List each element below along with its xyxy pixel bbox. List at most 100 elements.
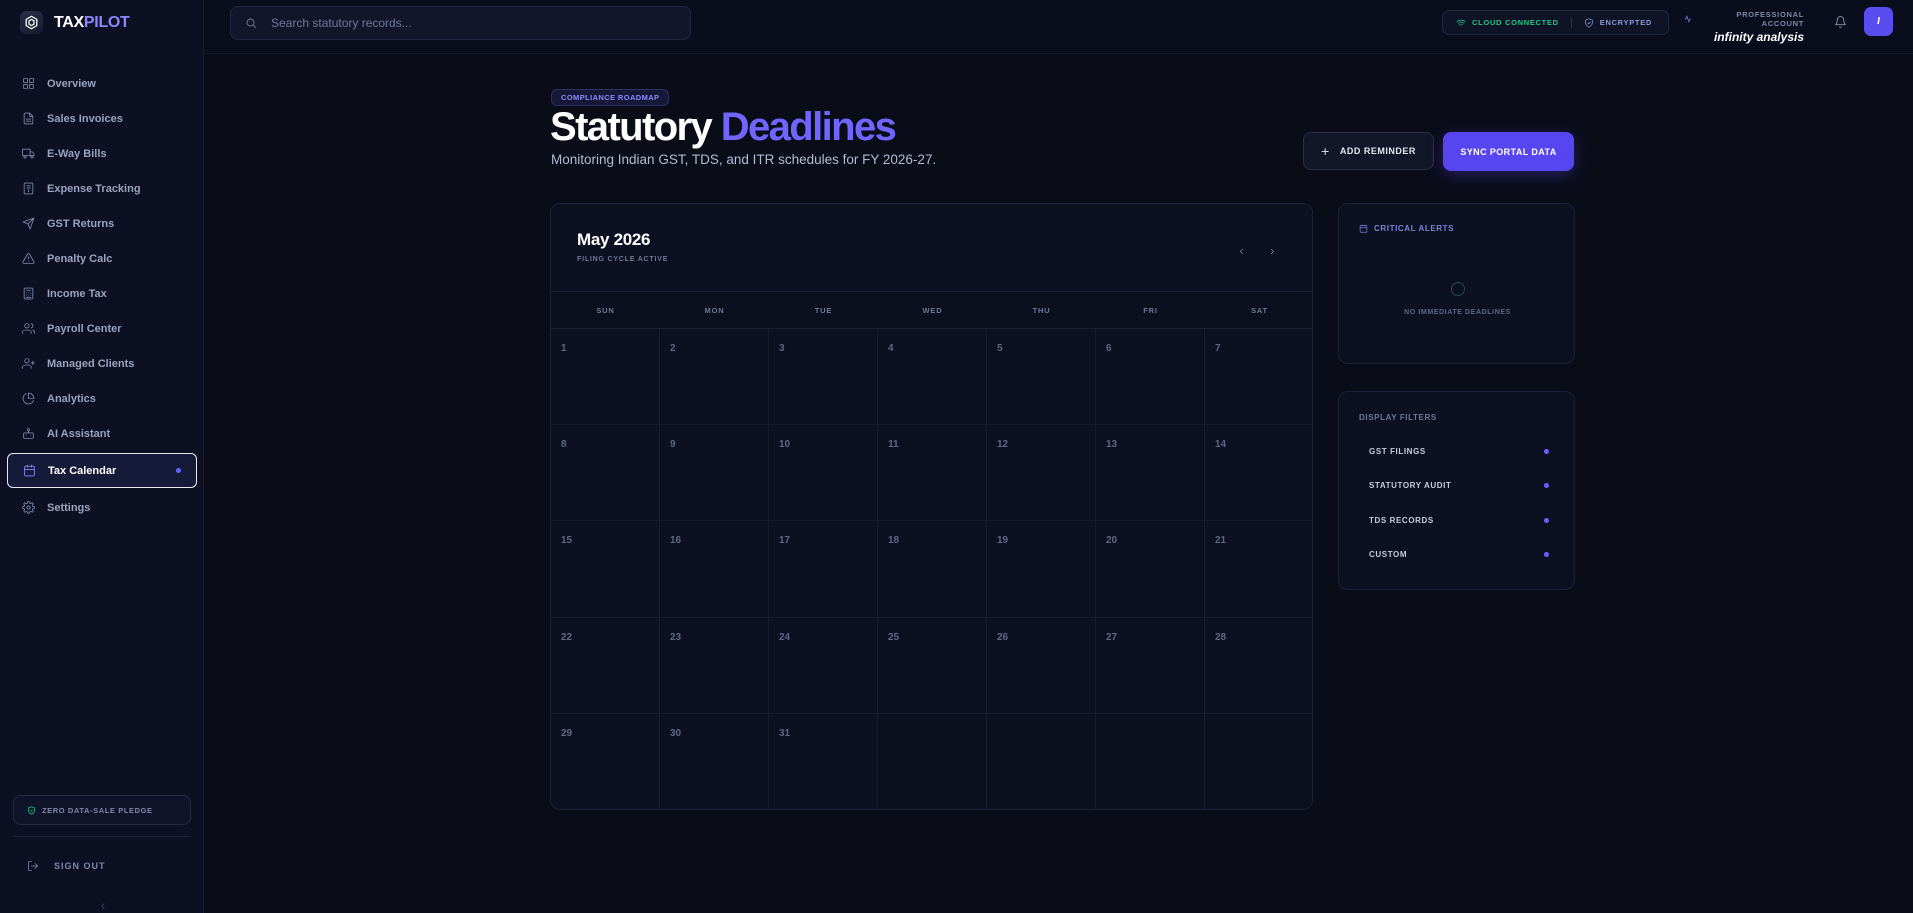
calendar-day[interactable]: 27 (1096, 617, 1205, 714)
weekday-label: SAT (1251, 305, 1268, 315)
calendar-day[interactable]: 15 (551, 521, 660, 618)
sidebar: TAXPILOT Overview Sales Invoices E-Way B… (0, 0, 204, 913)
filter-dot (1544, 448, 1549, 454)
sign-out-button[interactable]: SIGN OUT (27, 860, 106, 872)
calendar-empty-cell (878, 713, 987, 809)
calendar-day[interactable]: 30 (660, 713, 769, 809)
critical-alerts-panel: CRITICAL ALERTS NO IMMEDIATE DEADLINES (1338, 203, 1575, 364)
sidebar-item-expense-tracking[interactable]: Expense Tracking (7, 171, 197, 206)
filing-cycle-status: FILING CYCLE ACTIVE (577, 256, 669, 263)
calendar-day[interactable]: 24 (769, 617, 878, 714)
calendar-day[interactable]: 11 (878, 425, 987, 522)
page-subtitle: Monitoring Indian GST, TDS, and ITR sche… (551, 152, 937, 167)
filter-statutory-audit[interactable]: STATUTORY AUDIT (1359, 473, 1557, 497)
top-bar: CLOUD CONNECTED ENCRYPTED PROFESSIONAL A… (205, 0, 1913, 54)
search-input[interactable] (271, 16, 671, 30)
sidebar-item-overview[interactable]: Overview (7, 66, 197, 101)
cloud-connected-status: CLOUD CONNECTED (1456, 18, 1559, 28)
add-reminder-button[interactable]: + ADD REMINDER (1303, 132, 1434, 170)
chevron-right-icon (1270, 248, 1274, 254)
filter-dot (1544, 551, 1549, 557)
sidebar-item-sales-invoices[interactable]: Sales Invoices (7, 101, 197, 136)
sidebar-item-ai-assistant[interactable]: AI Assistant (7, 416, 197, 451)
calendar-day[interactable]: 20 (1096, 521, 1205, 618)
bot-icon (23, 428, 34, 439)
sidebar-item-payroll-center[interactable]: Payroll Center (7, 311, 197, 346)
calendar-day[interactable]: 28 (1205, 618, 1312, 714)
calculator-icon (23, 287, 34, 300)
calendar-day[interactable]: 14 (1205, 425, 1312, 522)
sidebar-item-analytics[interactable]: Analytics (7, 381, 197, 416)
calendar-day[interactable]: 2 (660, 329, 769, 426)
calendar-day[interactable]: 16 (660, 521, 769, 618)
calendar-day[interactable]: 12 (987, 425, 1096, 522)
sidebar-item-label: Payroll Center (47, 322, 122, 335)
next-month-button[interactable] (1265, 244, 1279, 258)
sidebar-item-tax-calendar[interactable]: Tax Calendar (7, 453, 197, 488)
calendar-month-title: May 2026 (577, 230, 651, 249)
brand-logo[interactable]: TAXPILOT (20, 11, 130, 34)
calendar-day[interactable]: 6 (1096, 329, 1205, 426)
connection-status: CLOUD CONNECTED ENCRYPTED (1442, 10, 1669, 35)
user-avatar[interactable]: I (1864, 7, 1893, 36)
filter-label: STATUTORY AUDIT (1369, 480, 1452, 490)
calendar-day[interactable]: 23 (660, 617, 769, 714)
sign-out-label: SIGN OUT (54, 861, 106, 871)
log-out-icon (28, 861, 38, 871)
sync-portal-data-button[interactable]: SYNC PORTAL DATA (1443, 132, 1574, 171)
calendar-day[interactable]: 21 (1205, 521, 1312, 618)
pie-chart-icon (22, 392, 35, 405)
sidebar-item-label: Managed Clients (47, 357, 135, 370)
activity-icon (1684, 15, 1692, 23)
calendar-day[interactable]: 25 (878, 617, 987, 714)
critical-alerts-title: CRITICAL ALERTS (1374, 224, 1455, 233)
filter-label: CUSTOM (1369, 549, 1408, 559)
calendar-empty-cell (987, 713, 1096, 809)
calendar-day[interactable]: 3 (769, 329, 878, 426)
calendar-day[interactable]: 22 (551, 617, 660, 714)
filter-gst-filings[interactable]: GST FILINGS (1359, 439, 1557, 463)
calendar-day[interactable]: 17 (769, 521, 878, 618)
cloud-connected-label: CLOUD CONNECTED (1472, 18, 1559, 27)
tax-calendar: May 2026 FILING CYCLE ACTIVE SUN MON TUE… (550, 203, 1313, 810)
sidebar-item-income-tax[interactable]: Income Tax (7, 276, 197, 311)
sidebar-item-label: Penalty Calc (47, 252, 113, 265)
page-title: Statutory Deadlines (550, 105, 897, 149)
calendar-day[interactable]: 31 (769, 713, 878, 809)
sidebar-item-label: Tax Calendar (48, 464, 117, 477)
account-info[interactable]: PROFESSIONAL ACCOUNT infinity analysis (1684, 10, 1804, 44)
calendar-day[interactable]: 9 (660, 425, 769, 522)
calendar-day[interactable]: 7 (1205, 329, 1312, 426)
filter-custom[interactable]: CUSTOM (1359, 542, 1557, 566)
previous-month-button[interactable] (1234, 244, 1248, 258)
plus-icon: + (1321, 143, 1330, 159)
calendar-day[interactable]: 29 (551, 713, 660, 809)
empty-state-icon (1451, 282, 1465, 296)
calendar-day[interactable]: 4 (878, 329, 987, 426)
sidebar-item-managed-clients[interactable]: Managed Clients (7, 346, 197, 381)
sidebar-item-penalty-calc[interactable]: Penalty Calc (7, 241, 197, 276)
calendar-day[interactable]: 8 (551, 425, 660, 522)
sidebar-item-settings[interactable]: Settings (7, 490, 197, 525)
account-name: infinity analysis (1713, 30, 1804, 44)
weekday-label: MON (704, 305, 725, 315)
search-box[interactable] (230, 6, 691, 40)
collapse-sidebar-button[interactable] (98, 898, 108, 909)
sidebar-item-gst-returns[interactable]: GST Returns (7, 206, 197, 241)
add-reminder-label: ADD REMINDER (1339, 146, 1416, 156)
calendar-day[interactable]: 19 (987, 521, 1096, 618)
calendar-day[interactable]: 18 (878, 521, 987, 618)
calendar-day[interactable]: 1 (551, 329, 660, 426)
weekday-header: SUN MON TUE WED THU FRI SAT (551, 291, 1312, 329)
notifications-button[interactable] (1834, 15, 1847, 29)
calendar-day[interactable]: 13 (1096, 425, 1205, 522)
active-indicator (176, 468, 181, 473)
truck-icon (22, 148, 35, 159)
filter-tds-records[interactable]: TDS RECORDS (1359, 508, 1557, 532)
calendar-day[interactable]: 26 (987, 617, 1096, 714)
sidebar-item-e-way-bills[interactable]: E-Way Bills (7, 136, 197, 171)
calendar-day[interactable]: 5 (987, 329, 1096, 426)
pledge-label: ZERO DATA-SALE PLEDGE (42, 805, 153, 815)
encrypted-label: ENCRYPTED (1599, 18, 1653, 27)
calendar-day[interactable]: 10 (769, 425, 878, 522)
